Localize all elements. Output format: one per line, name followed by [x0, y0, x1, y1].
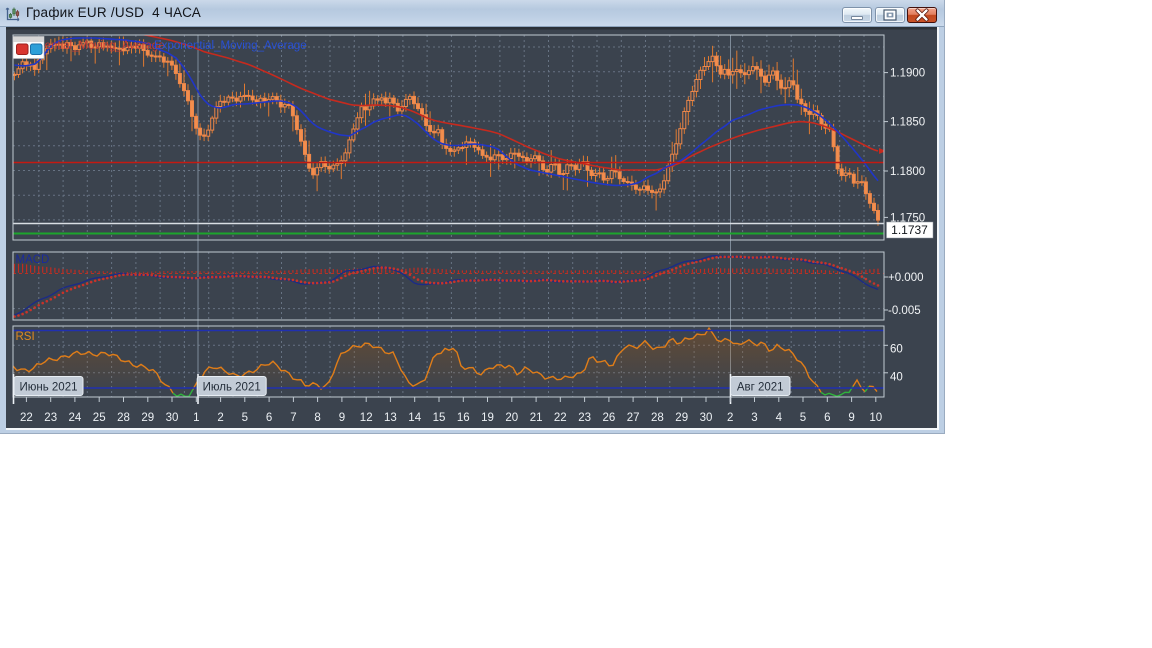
- svg-text:2: 2: [217, 412, 223, 424]
- svg-text:14: 14: [408, 412, 421, 424]
- svg-text:23: 23: [44, 412, 57, 424]
- svg-text:1: 1: [193, 412, 199, 424]
- svg-text:40: 40: [890, 371, 903, 383]
- svg-text:6: 6: [266, 412, 272, 424]
- svg-text:13: 13: [384, 412, 397, 424]
- svg-text:2: 2: [727, 412, 733, 424]
- svg-text:+0.000: +0.000: [888, 272, 924, 284]
- svg-text:Авг 2021: Авг 2021: [737, 382, 784, 394]
- svg-text:Июль 2021: Июль 2021: [203, 382, 261, 394]
- svg-text:28: 28: [651, 412, 664, 424]
- svg-text:30: 30: [166, 412, 179, 424]
- svg-text:1.1900: 1.1900: [890, 68, 925, 80]
- svg-text:5: 5: [800, 412, 806, 424]
- svg-text:26: 26: [603, 412, 616, 424]
- svg-text:29: 29: [675, 412, 688, 424]
- svg-text:9: 9: [848, 412, 854, 424]
- svg-text:3: 3: [751, 412, 757, 424]
- svg-text:22: 22: [20, 412, 33, 424]
- svg-text:29: 29: [141, 412, 154, 424]
- svg-text:8: 8: [314, 412, 320, 424]
- svg-text:24: 24: [69, 412, 82, 424]
- svg-text:19: 19: [481, 412, 494, 424]
- svg-text:RSI: RSI: [16, 331, 35, 343]
- svg-text:Exponential_Moving_Average: Exponential_Moving_Average: [154, 40, 307, 52]
- svg-text:5: 5: [242, 412, 248, 424]
- svg-text:30: 30: [700, 412, 713, 424]
- svg-text:Июнь 2021: Июнь 2021: [19, 382, 77, 394]
- svg-text:27: 27: [627, 412, 640, 424]
- svg-text:1.1850: 1.1850: [890, 117, 925, 129]
- svg-text:7: 7: [290, 412, 296, 424]
- svg-text:23: 23: [578, 412, 591, 424]
- svg-text:6: 6: [824, 412, 830, 424]
- svg-text:MACD: MACD: [16, 254, 50, 266]
- svg-text:1.1737: 1.1737: [891, 223, 928, 237]
- svg-text:15: 15: [433, 412, 446, 424]
- svg-text:16: 16: [457, 412, 470, 424]
- svg-text:20: 20: [505, 412, 518, 424]
- svg-text:9: 9: [339, 412, 345, 424]
- svg-text:60: 60: [890, 344, 903, 356]
- svg-text:12: 12: [360, 412, 373, 424]
- svg-text:22: 22: [554, 412, 567, 424]
- svg-text:1.1800: 1.1800: [890, 166, 925, 178]
- svg-text:4: 4: [776, 412, 783, 424]
- svg-text:25: 25: [93, 412, 106, 424]
- svg-text:10: 10: [869, 412, 882, 424]
- svg-text:28: 28: [117, 412, 130, 424]
- svg-text:-0.005: -0.005: [888, 305, 921, 317]
- svg-text:21: 21: [530, 412, 543, 424]
